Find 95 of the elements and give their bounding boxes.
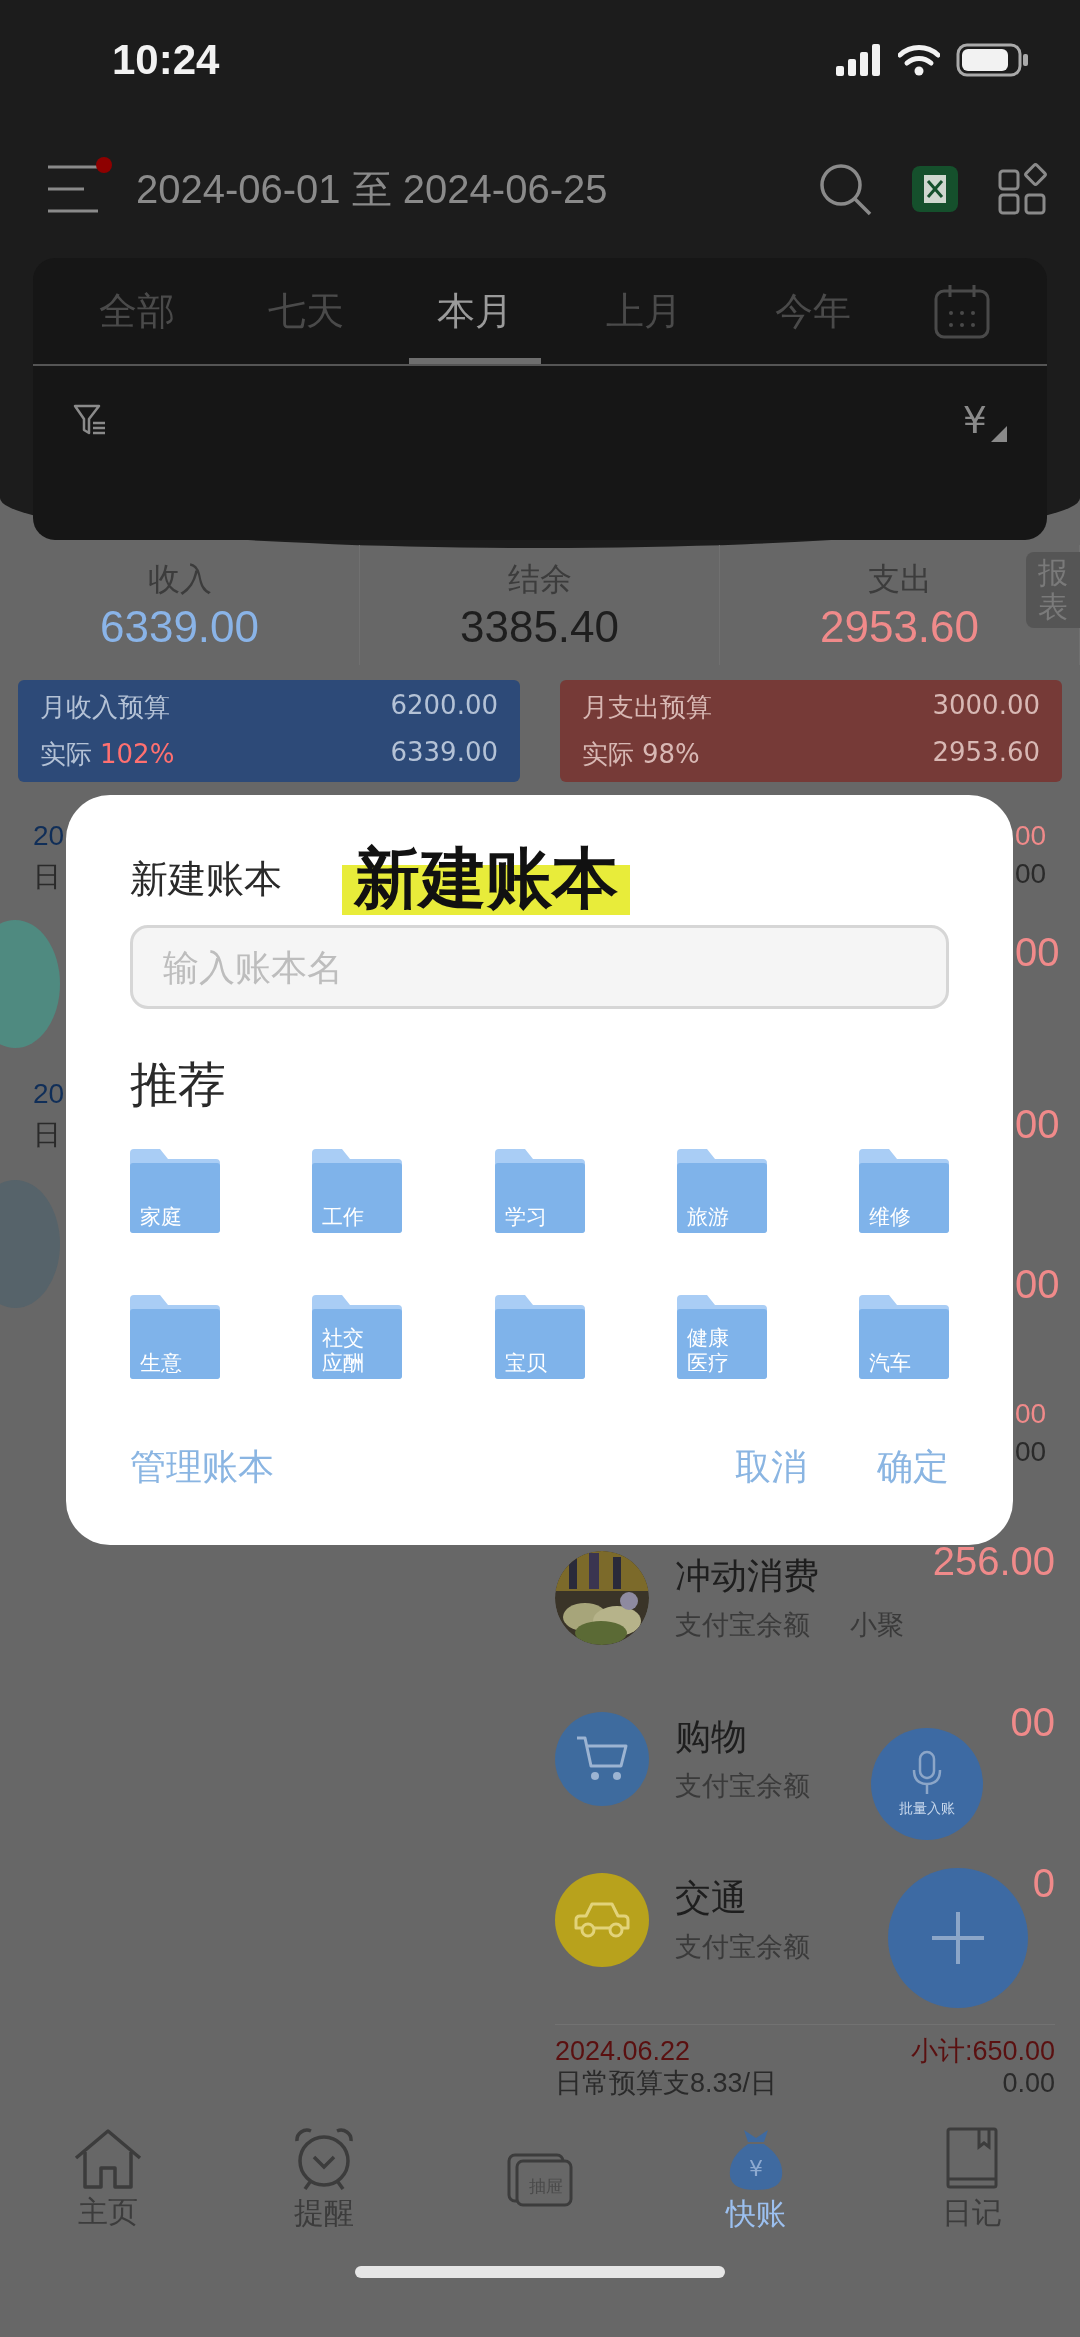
search-icon[interactable] — [818, 162, 872, 216]
amount-text: 00 — [1015, 858, 1047, 890]
folder-label: 健康医疗 — [686, 1325, 730, 1375]
input-field[interactable]: 输入账本名 — [130, 925, 949, 1009]
spreadsheet-icon[interactable] — [912, 166, 958, 212]
folder-button[interactable]: 宝贝 — [494, 1295, 585, 1379]
folder-icon — [494, 1295, 585, 1379]
cancel-button[interactable]: 取消 — [735, 1443, 807, 1492]
category-name: 交通 — [675, 1876, 747, 1920]
budget-note: 日常预算支8.33/日 — [555, 2067, 778, 2099]
actual-percent: 102% — [100, 739, 175, 769]
folder-button[interactable]: 汽车 — [859, 1295, 949, 1379]
manage-link[interactable]: 管理账本 — [130, 1443, 274, 1492]
actual-label: 实际 — [40, 739, 92, 769]
actual-amount: 6339.00 — [390, 737, 498, 769]
day-subtotal: 小计:650.00 — [910, 2035, 1055, 2067]
folder-label: 社交应酬 — [322, 1325, 366, 1375]
folder-icon — [494, 1149, 585, 1233]
folder-label: 工作 — [322, 1204, 366, 1229]
plus-icon — [930, 1910, 986, 1966]
folder-button[interactable]: 生意 — [130, 1295, 220, 1379]
folder-icon — [676, 1295, 767, 1379]
voice-entry-button[interactable]: 批量入账 — [871, 1728, 983, 1840]
actual-label: 实际 — [582, 739, 634, 769]
microphone-icon — [912, 1750, 942, 1796]
book-icon[interactable] — [945, 2126, 999, 2191]
summary-amount: 6339.00 — [99, 602, 260, 652]
alarm-clock-icon[interactable] — [293, 2126, 355, 2191]
button-label: 批量入账 — [899, 1800, 955, 1818]
amount-text: 0 — [1032, 1861, 1055, 1906]
budget-title: 月收入预算 — [40, 691, 170, 724]
folder-icon — [130, 1149, 220, 1233]
category-name: 冲动消费 — [675, 1554, 819, 1598]
section-title: 推荐 — [130, 1055, 227, 1114]
date-text: 20 — [33, 1078, 65, 1110]
battery-icon — [956, 43, 1030, 77]
filter-icon[interactable] — [73, 403, 107, 437]
amount-text: 00 — [1015, 930, 1060, 975]
house-icon[interactable] — [72, 2127, 144, 2190]
stacked-cards-icon[interactable] — [507, 2153, 573, 2207]
actual-percent: 98% — [642, 739, 700, 769]
budget-amount: 6200.00 — [390, 690, 498, 722]
folder-button[interactable]: 旅游 — [676, 1149, 767, 1233]
actual-amount: 2953.60 — [932, 737, 1040, 769]
day-date: 2024.06.22 — [555, 2035, 691, 2067]
folder-icon — [859, 1295, 949, 1379]
folder-label: 家庭 — [140, 1204, 183, 1229]
folder-button[interactable]: 工作 — [312, 1149, 403, 1233]
summary-amount: 3385.40 — [459, 602, 620, 652]
amount-text: 00 — [1010, 1700, 1055, 1745]
dialog-title: 新建账本 — [130, 855, 282, 903]
folder-label: 学习 — [504, 1204, 548, 1229]
date-range[interactable]: 2024-06-01 至 2024-06-25 — [136, 161, 788, 217]
folder-icon — [859, 1149, 949, 1233]
folder-button[interactable]: 社交应酬 — [312, 1295, 403, 1379]
folder-label: 宝贝 — [504, 1350, 548, 1375]
currency-selector[interactable]: ¥ — [962, 398, 987, 442]
budget-card[interactable]: 月支出预算 3000.00 实际 98% 2953.60 — [560, 680, 1062, 782]
confirm-button[interactable]: 确定 — [877, 1443, 949, 1492]
folder-icon — [312, 1295, 403, 1379]
amount-text: 00 — [1015, 1102, 1060, 1147]
period-tab[interactable]: 本月 — [408, 258, 542, 364]
amount-text: 00 — [1015, 1436, 1047, 1468]
amount-text: 00 — [1015, 820, 1047, 852]
folder-icon — [676, 1149, 767, 1233]
folder-button[interactable]: 家庭 — [130, 1149, 220, 1233]
amount-text: 00 — [1015, 1262, 1060, 1307]
category-name: 购物 — [675, 1715, 747, 1759]
folder-icon — [312, 1149, 403, 1233]
folder-button[interactable]: 维修 — [859, 1149, 949, 1233]
signal-icon — [836, 44, 882, 76]
folder-label: 汽车 — [869, 1350, 912, 1375]
icon-label: ¥ — [749, 2155, 763, 2181]
folder-button[interactable]: 健康医疗 — [676, 1295, 767, 1379]
budget-card[interactable]: 月收入预算 6200.00 实际 102% 6339.00 — [18, 680, 520, 782]
summary-amount: 2953.60 — [819, 602, 980, 652]
folder-icon — [130, 1295, 220, 1379]
date-text: 20 — [33, 820, 65, 852]
amount-text: 0.00 — [1002, 2067, 1055, 2099]
tab-label[interactable]: 快账 — [726, 2193, 786, 2235]
amount-text: 256.00 — [932, 1539, 1055, 1584]
amount-text: 00 — [1015, 1398, 1047, 1430]
folder-label: 旅游 — [686, 1204, 730, 1229]
folder-label: 生意 — [140, 1350, 183, 1375]
wifi-icon — [898, 44, 940, 76]
corner-triangle-icon — [991, 426, 1007, 442]
grid-icon[interactable] — [998, 163, 1050, 215]
note-text: 日 — [33, 860, 61, 894]
budget-title: 月支出预算 — [582, 691, 712, 724]
note-text: 日 — [33, 1118, 61, 1152]
clock-time: 10:24 — [112, 36, 220, 84]
folder-label: 维修 — [869, 1204, 912, 1229]
folder-button[interactable]: 学习 — [494, 1149, 585, 1233]
budget-amount: 3000.00 — [932, 690, 1040, 722]
calendar-icon[interactable] — [934, 283, 990, 339]
